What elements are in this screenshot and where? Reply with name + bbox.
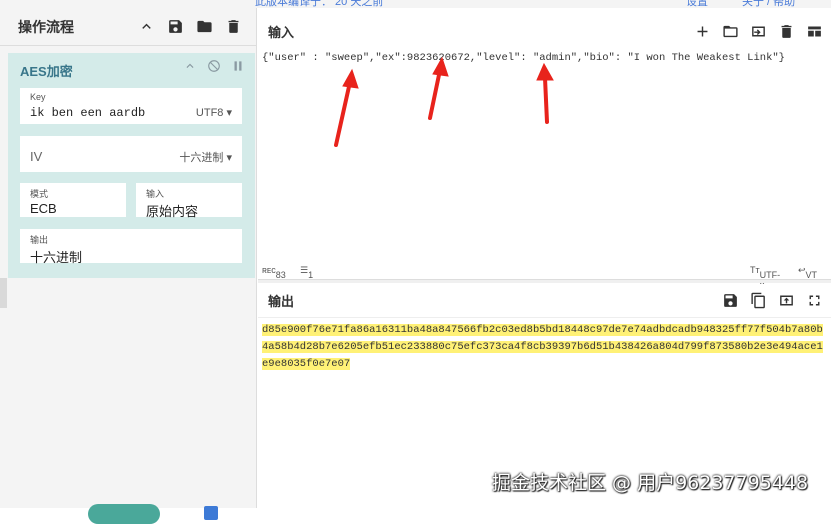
input-type-label: 输入 <box>146 189 165 199</box>
replace-input-icon[interactable] <box>778 292 795 309</box>
chevron-up-icon[interactable] <box>138 18 155 35</box>
about-link[interactable]: 关于 / 帮助 <box>742 0 795 8</box>
recipe-panel: 操作流程 AES加密 Key ik ben een aardb UTF8 ▾ I… <box>0 8 257 524</box>
input-title: 输入 <box>268 24 295 40</box>
aes-encrypt-operation: AES加密 Key ik ben een aardb UTF8 ▾ IV 十六进… <box>8 53 255 278</box>
mode-label: 模式 <box>30 189 49 199</box>
fullscreen-icon[interactable] <box>806 292 823 309</box>
output-type-field[interactable]: 输出 十六进制 <box>20 229 242 265</box>
arrow-2 <box>428 68 442 120</box>
trash-icon[interactable] <box>778 23 795 40</box>
auto-bake-checkbox[interactable] <box>204 506 218 520</box>
chevron-up-icon[interactable] <box>183 59 197 73</box>
iv-label: IV <box>30 149 43 164</box>
folder-open-icon[interactable] <box>722 23 739 40</box>
arrow-3 <box>543 76 549 124</box>
recipe-header: 操作流程 <box>0 8 256 46</box>
save-icon[interactable] <box>722 292 739 309</box>
key-value: ik ben een aardb <box>30 106 146 120</box>
copy-icon[interactable] <box>750 292 767 309</box>
output-type-label: 输出 <box>30 235 49 245</box>
input-textarea[interactable]: {"user" : "sweep","ex":9823620672,"level… <box>262 52 785 64</box>
settings-link[interactable]: 设置 <box>686 0 708 8</box>
version-text: 此版本编译于： 20 天之前 <box>255 0 384 8</box>
arrow-3-head <box>536 62 554 81</box>
input-status-bar: ʀᴇᴄ 83 ☰ 1 Tт UTF-8 ↩ VT <box>258 260 831 290</box>
lines-indicator: ☰ 1 <box>300 265 314 280</box>
mode-field[interactable]: 模式 ECB <box>20 183 126 217</box>
key-field[interactable]: Key ik ben een aardb UTF8 ▾ <box>20 88 242 124</box>
operation-title: AES加密 <box>20 64 73 79</box>
output-title: 输出 <box>268 294 295 309</box>
recipe-scrollbar[interactable] <box>0 278 7 308</box>
encoding-indicator[interactable]: Tт UTF-8 <box>750 265 780 290</box>
output-header: 输出 <box>258 284 831 318</box>
arrow-1-head <box>342 68 359 89</box>
length-indicator: ʀᴇᴄ 83 <box>262 265 286 280</box>
watermark: 掘金技术社区 @ 用户96237795448 <box>492 472 809 494</box>
plus-icon[interactable] <box>694 23 711 40</box>
panel-divider[interactable] <box>258 279 831 283</box>
key-format-dropdown[interactable]: UTF8 ▾ <box>196 106 232 119</box>
layout-icon[interactable] <box>806 23 823 40</box>
trash-icon[interactable] <box>225 18 242 35</box>
input-type-field[interactable]: 输入 原始内容 <box>136 183 242 219</box>
disable-icon[interactable] <box>207 59 221 73</box>
folder-icon[interactable] <box>196 18 213 35</box>
save-icon[interactable] <box>167 18 184 35</box>
key-label: Key <box>30 92 46 102</box>
bake-button[interactable] <box>88 504 160 524</box>
pause-icon[interactable] <box>231 59 245 73</box>
output-text[interactable]: d85e900f76e71fa86a16311ba48a847566fb2c03… <box>262 322 829 373</box>
arrow-1 <box>334 80 352 147</box>
mode-value: ECB <box>30 201 57 216</box>
input-header: 输入 <box>258 14 831 48</box>
recipe-title: 操作流程 <box>18 18 74 35</box>
output-type-value: 十六进制 <box>30 250 83 265</box>
iv-format-dropdown[interactable]: 十六进制 ▾ <box>179 149 232 165</box>
iv-field[interactable]: IV 十六进制 ▾ <box>20 136 242 172</box>
input-type-value: 原始内容 <box>146 204 199 219</box>
import-icon[interactable] <box>750 23 767 40</box>
eol-indicator[interactable]: ↩ VT <box>798 265 817 280</box>
top-bar: 此版本编译于： 20 天之前 设置 关于 / 帮助 <box>0 0 831 8</box>
